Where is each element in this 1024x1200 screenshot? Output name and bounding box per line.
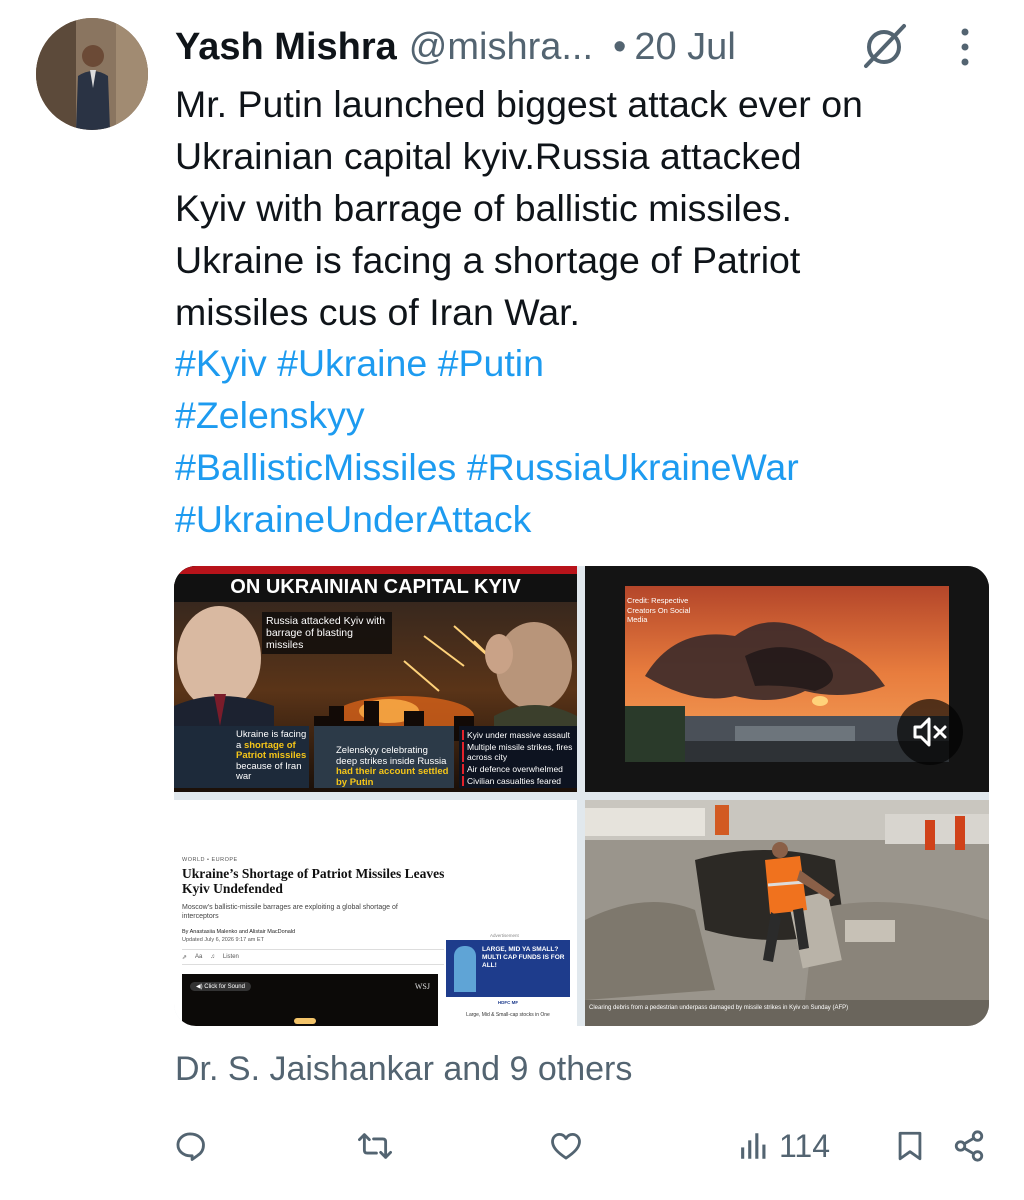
tweet-date[interactable]: 20 Jul xyxy=(634,26,735,69)
ad-footer: Large, Mid & Small-cap stocks in One xyxy=(466,1012,550,1018)
hashtag-ukraine-under-attack[interactable]: #UkraineUnderAttack xyxy=(175,498,531,540)
grok-icon[interactable] xyxy=(858,20,910,72)
shortage-text-highlight: shortage of Patriot missiles xyxy=(236,739,307,761)
media-image-news-graphic[interactable]: ON UKRAINIAN CAPITAL KYIV Russia attacke… xyxy=(174,566,577,792)
zelenskyy-text-highlight: had their account settled by Putin xyxy=(336,766,449,788)
views-button[interactable]: 114 xyxy=(737,1118,830,1174)
avatar-photo xyxy=(36,18,148,130)
media-image-wsj-article[interactable]: WORLD • EUROPE Ukraine’s Shortage of Pat… xyxy=(174,800,577,1026)
ad-brand: HDFC MF xyxy=(497,1000,519,1005)
tweet-text: Mr. Putin launched biggest attack ever o… xyxy=(175,78,1005,338)
hashtags: #Kyiv #Ukraine #Putin #Zelenskyy #Ballis… xyxy=(175,337,1005,545)
hashtag-ukraine[interactable]: #Ukraine xyxy=(277,342,427,384)
bookmark-button[interactable] xyxy=(893,1118,927,1174)
bullet-item: Air defence overwhelmed xyxy=(462,764,574,774)
article-byline: By Anastasiia Malenko and Alistair MacDo… xyxy=(182,929,296,935)
advertisement-banner[interactable]: LARGE, MID YA SMALL? MULTI CAP FUNDS IS … xyxy=(446,940,570,997)
text-size-icon[interactable]: Aa xyxy=(195,954,202,960)
share-icon xyxy=(954,1130,984,1162)
ad-label: Advertisement xyxy=(490,933,519,938)
shortage-text-post: because of Iran war xyxy=(236,760,302,782)
share-button[interactable] xyxy=(952,1118,986,1174)
tweet-line: Ukraine is facing a shortage of Patriot xyxy=(175,239,801,281)
media-image-debris[interactable]: Clearing debris from a pedestrian underp… xyxy=(585,800,989,1026)
views-count: 114 xyxy=(779,1127,831,1164)
heart-icon xyxy=(551,1132,581,1160)
media-grid: ON UKRAINIAN CAPITAL KYIV Russia attacke… xyxy=(174,566,989,1026)
avatar[interactable] xyxy=(36,18,148,130)
article-subhead: Moscow’s ballistic-missile barrages are … xyxy=(182,904,398,920)
headphones-icon[interactable]: ♫ xyxy=(210,954,215,960)
tweet-line: Kyiv with barrage of ballistic missiles. xyxy=(175,187,792,229)
article-section: WORLD • EUROPE xyxy=(182,857,238,863)
hashtag-ballistic-missiles[interactable]: #BallisticMissiles xyxy=(175,446,456,488)
news-graphic-box-zelenskyy: Zelenskyy celebrating deep strikes insid… xyxy=(336,745,451,788)
debris-photo xyxy=(585,800,989,1026)
views-bar-chart-icon xyxy=(741,1133,766,1159)
wsj-logo: WSJ xyxy=(414,982,430,991)
news-graphic-box-shortage: Ukraine is facing a shortage of Patriot … xyxy=(236,729,308,783)
click-for-sound-button[interactable]: ◀) Click for Sound xyxy=(190,982,251,991)
speaker-mute-icon xyxy=(913,717,947,747)
bullet-item: Civilian casualties feared xyxy=(462,776,574,786)
header-separator: • xyxy=(613,25,627,68)
news-graphic-headline: ON UKRAINIAN CAPITAL KYIV xyxy=(230,576,521,598)
mute-button[interactable] xyxy=(897,699,963,765)
hashtag-russia-ukraine-war[interactable]: #RussiaUkraineWar xyxy=(467,446,799,488)
ad-person xyxy=(454,946,476,992)
more-options-icon[interactable] xyxy=(950,22,980,72)
listen-label[interactable]: Listen xyxy=(223,954,239,960)
video-credit: Credit: Respective Creators On Social Me… xyxy=(627,596,691,624)
reply-button[interactable] xyxy=(173,1118,207,1174)
article-video[interactable]: ◀) Click for Sound WSJ xyxy=(182,974,438,1026)
like-button[interactable] xyxy=(549,1118,583,1174)
video-light xyxy=(294,1018,316,1024)
bullet-item: Multiple missile strikes, fires across c… xyxy=(462,742,574,762)
hashtag-putin[interactable]: #Putin xyxy=(438,342,544,384)
zelenskyy-text-pre: Zelenskyy celebrating deep strikes insid… xyxy=(336,745,447,767)
photo-caption: Clearing debris from a pedestrian underp… xyxy=(589,1005,849,1011)
article-updated: Updated July 6, 2026 9:17 am ET xyxy=(182,937,264,943)
tweet-line: Mr. Putin launched biggest attack ever o… xyxy=(175,83,863,125)
author-name[interactable]: Yash Mishra xyxy=(175,26,397,69)
reply-icon xyxy=(176,1132,205,1161)
article-headline: Ukraine’s Shortage of Patriot Missiles L… xyxy=(182,866,445,896)
news-graphic-bullets: Kyiv under massive assault Multiple miss… xyxy=(462,730,574,786)
liked-by-text[interactable]: Dr. S. Jaishankar and 9 others xyxy=(175,1050,632,1089)
speaker-icon: ◀) xyxy=(196,984,203,990)
tweet-line: Ukrainian capital kyiv.Russia attacked xyxy=(175,135,802,177)
media-video-smoke[interactable]: Credit: Respective Creators On Social Me… xyxy=(585,566,989,792)
tweet-header: Yash Mishra @mishra... • 20 Jul xyxy=(175,22,736,72)
article-tools: ⇗ Aa ♫ Listen xyxy=(182,949,444,965)
bullet-item: Kyiv under massive assault xyxy=(462,730,574,740)
news-graphic-box-russia-attacked: Russia attacked Kyiv with barrage of bla… xyxy=(262,612,392,654)
author-handle[interactable]: @mishra... xyxy=(409,26,593,69)
tweet-line: missiles cus of Iran War. xyxy=(175,291,580,333)
click-for-sound-label: Click for Sound xyxy=(204,984,245,990)
hashtag-zelenskyy[interactable]: #Zelenskyy xyxy=(175,394,365,436)
share-icon[interactable]: ⇗ xyxy=(182,954,187,961)
repost-icon xyxy=(358,1133,392,1159)
action-bar: 114 xyxy=(0,1118,1024,1174)
hashtag-kyiv[interactable]: #Kyiv xyxy=(175,342,267,384)
ad-headline: LARGE, MID YA SMALL? MULTI CAP FUNDS IS … xyxy=(482,946,565,969)
repost-button[interactable] xyxy=(358,1118,392,1174)
bookmark-icon xyxy=(898,1131,922,1161)
